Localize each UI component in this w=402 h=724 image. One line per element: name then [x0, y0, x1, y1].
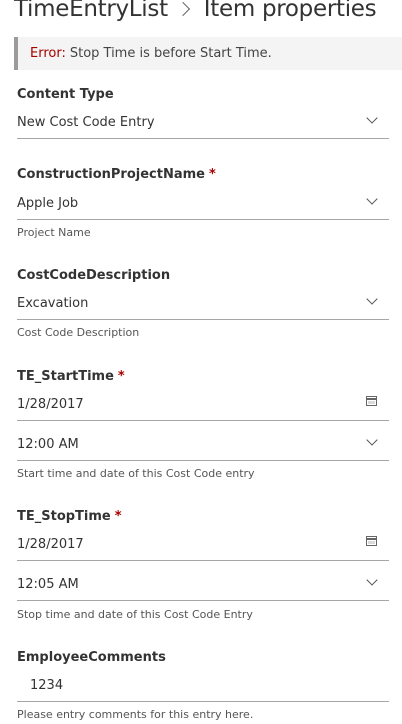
page-title: Item properties — [203, 0, 377, 22]
chevron-down-icon — [366, 193, 378, 205]
error-banner: Error: Stop Time is before Start Time. — [14, 37, 402, 70]
chevron-right-icon — [175, 1, 190, 17]
comments-help-text: Please entry comments for this entry her… — [17, 708, 254, 721]
project-help-text: Project Name — [17, 226, 91, 239]
stop-time-help-text: Stop time and date of this Cost Code Ent… — [17, 608, 253, 621]
breadcrumb-list-link[interactable]: TimeEntryList — [14, 0, 168, 22]
cost-code-value: Excavation — [17, 296, 89, 311]
project-label: ConstructionProjectName * — [17, 167, 216, 182]
calendar-icon[interactable] — [366, 536, 377, 546]
required-marker: * — [209, 167, 216, 182]
content-type-label: Content Type — [17, 87, 114, 102]
required-marker: * — [117, 369, 125, 384]
cost-code-select[interactable]: Excavation — [17, 292, 389, 320]
breadcrumb: TimeEntryList Item properties — [14, 0, 377, 27]
project-select[interactable]: Apple Job — [17, 192, 389, 220]
start-date-value: 1/28/2017 — [17, 397, 84, 412]
error-label: Error: — [30, 46, 66, 61]
stop-time-value: 12:05 AM — [17, 577, 79, 592]
stop-time-select[interactable]: 12:05 AM — [17, 573, 389, 601]
comments-label: EmployeeComments — [17, 650, 166, 665]
project-value: Apple Job — [17, 196, 79, 211]
required-marker: * — [114, 509, 122, 524]
comments-input[interactable]: 1234 — [17, 674, 389, 702]
start-time-label: TE_StartTime * — [17, 369, 125, 384]
cost-code-help-text: Cost Code Description — [17, 326, 140, 339]
content-type-select[interactable]: New Cost Code Entry — [17, 111, 389, 139]
chevron-down-icon — [366, 434, 378, 446]
calendar-icon[interactable] — [366, 396, 377, 406]
stop-date-value: 1/28/2017 — [17, 537, 84, 552]
start-time-help-text: Start time and date of this Cost Code en… — [17, 467, 255, 480]
stop-date-input[interactable]: 1/28/2017 — [17, 533, 389, 561]
chevron-down-icon — [366, 112, 378, 124]
start-date-input[interactable]: 1/28/2017 — [17, 393, 389, 421]
comments-value: 1234 — [30, 678, 64, 693]
stop-time-label: TE_StopTime * — [17, 509, 122, 524]
start-time-select[interactable]: 12:00 AM — [17, 433, 389, 461]
error-message: Stop Time is before Start Time. — [69, 46, 272, 61]
chevron-down-icon — [366, 293, 378, 305]
chevron-down-icon — [366, 574, 378, 586]
content-type-value: New Cost Code Entry — [17, 115, 155, 130]
cost-code-label: CostCodeDescription — [17, 268, 171, 283]
start-time-value: 12:00 AM — [17, 437, 79, 452]
